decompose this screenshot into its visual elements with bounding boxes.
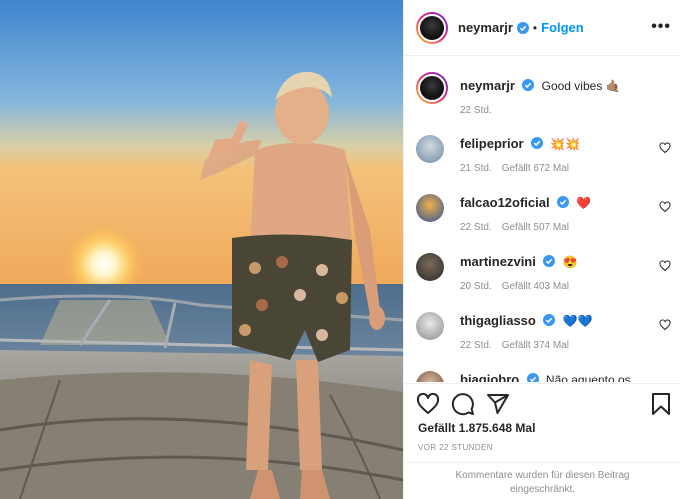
author-avatar[interactable] bbox=[416, 72, 448, 104]
comment-text: 💙💙 bbox=[562, 314, 593, 328]
comment-username[interactable]: felipeprior bbox=[460, 136, 524, 151]
caption-time[interactable]: 22 Std. bbox=[460, 105, 492, 116]
comment-username[interactable]: thigagliasso bbox=[460, 313, 536, 328]
commenter-avatar[interactable] bbox=[416, 135, 444, 163]
verified-badge-icon bbox=[556, 196, 569, 208]
comments-restricted-notice: Kommentare wurden für diesen Beitrag ein… bbox=[404, 462, 680, 499]
post-header: neymarjr • Folgen ••• bbox=[404, 0, 680, 56]
verified-badge-icon bbox=[526, 373, 539, 382]
comment-text: ❤️ bbox=[576, 196, 592, 210]
commenter-avatar[interactable] bbox=[416, 194, 444, 222]
comment-text: Não aguento os bbox=[545, 373, 631, 382]
comment-username[interactable]: falcao12oficial bbox=[460, 195, 550, 210]
likes-count[interactable]: Gefällt 1.875.648 Mal bbox=[418, 421, 535, 435]
comment-text: 💥💥 bbox=[550, 137, 581, 151]
comment-likes[interactable]: Gefällt 403 Mal bbox=[502, 281, 569, 292]
separator-dot: • bbox=[532, 20, 538, 35]
restricted-line-1: Kommentare wurden für diesen Beitrag bbox=[455, 470, 630, 481]
more-options-icon[interactable]: ••• bbox=[651, 18, 671, 36]
verified-badge-icon bbox=[530, 137, 543, 149]
caption-username[interactable]: neymarjr bbox=[460, 78, 515, 93]
caption-meta: 22 Std. bbox=[460, 105, 492, 116]
author-avatar[interactable] bbox=[416, 11, 448, 44]
heart-icon[interactable] bbox=[659, 201, 671, 213]
post-image bbox=[0, 0, 403, 499]
comment-likes[interactable]: Gefällt 672 Mal bbox=[502, 163, 569, 174]
comments-list: neymarjr Good vibes 🤙🏽 22 Std. felipepri… bbox=[404, 57, 680, 382]
commenter-avatar[interactable] bbox=[416, 312, 444, 340]
bookmark-icon[interactable] bbox=[649, 392, 673, 416]
post-actions: Gefällt 1.875.648 Mal VOR 22 STUNDEN Kom… bbox=[404, 383, 680, 495]
heart-icon[interactable] bbox=[659, 319, 671, 331]
verified-badge-icon bbox=[543, 314, 556, 326]
post-side-panel: neymarjr • Folgen ••• neymarjr Good vibe… bbox=[403, 0, 680, 499]
comment-time[interactable]: 20 Std. bbox=[460, 281, 492, 292]
comment-icon[interactable] bbox=[451, 392, 475, 416]
share-icon[interactable] bbox=[486, 392, 510, 416]
comment-meta: 22 Std. Gefällt 374 Mal bbox=[460, 340, 569, 351]
verified-badge-icon bbox=[543, 255, 556, 267]
comment-meta: 22 Std. Gefällt 507 Mal bbox=[460, 222, 569, 233]
heart-icon[interactable] bbox=[659, 142, 671, 154]
author-username[interactable]: neymarjr bbox=[458, 20, 513, 35]
comment-meta: 20 Std. Gefällt 403 Mal bbox=[460, 281, 569, 292]
comment-text: 😍 bbox=[562, 255, 578, 269]
caption-text: Good vibes 🤙🏽 bbox=[541, 79, 621, 93]
comment-username[interactable]: martinezvini bbox=[460, 254, 536, 269]
comment-username[interactable]: biagiobro bbox=[460, 372, 519, 382]
verified-badge-icon bbox=[516, 21, 529, 34]
heart-icon[interactable] bbox=[659, 260, 671, 272]
comment-time[interactable]: 22 Std. bbox=[460, 340, 492, 351]
post-photo[interactable] bbox=[0, 0, 403, 499]
follow-button[interactable]: Folgen bbox=[541, 20, 584, 35]
commenter-avatar[interactable] bbox=[416, 371, 444, 382]
comment-likes[interactable]: Gefällt 507 Mal bbox=[502, 222, 569, 233]
comment-likes[interactable]: Gefällt 374 Mal bbox=[502, 340, 569, 351]
comment-time[interactable]: 22 Std. bbox=[460, 222, 492, 233]
verified-badge-icon bbox=[522, 79, 535, 91]
comment-meta: 21 Std. Gefällt 672 Mal bbox=[460, 163, 569, 174]
comment-time[interactable]: 21 Std. bbox=[460, 163, 492, 174]
commenter-avatar[interactable] bbox=[416, 253, 444, 281]
heart-icon[interactable] bbox=[416, 392, 440, 416]
post-date[interactable]: VOR 22 STUNDEN bbox=[418, 443, 493, 452]
restricted-line-2: eingeschränkt. bbox=[509, 484, 576, 495]
